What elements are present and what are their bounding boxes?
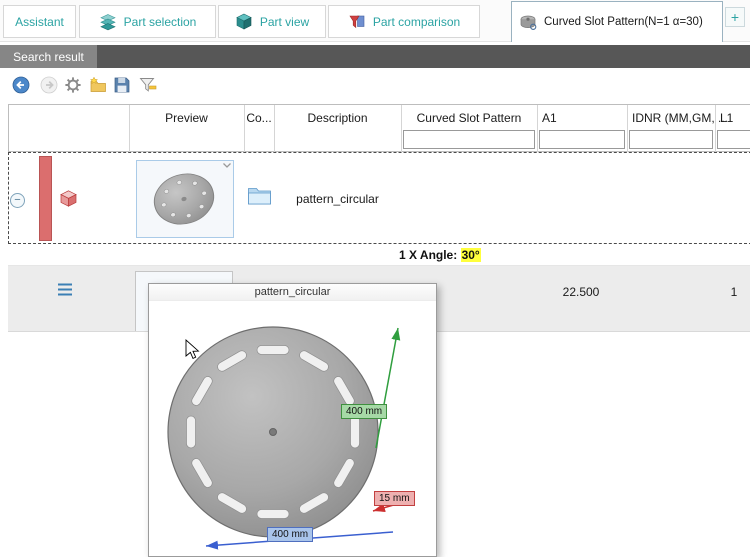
part-preview-thumbnail[interactable] (136, 160, 234, 238)
group-angle-value[interactable]: 30° (461, 248, 481, 262)
column-header-co[interactable]: Co... (242, 111, 276, 125)
popup-3d-view[interactable]: 400 mm 15 mm 400 mm (149, 301, 436, 556)
tab-part-selection[interactable]: Part selection (79, 5, 216, 38)
column-header-description[interactable]: Description (274, 111, 401, 125)
tab-search-result-label: Search result (13, 50, 84, 64)
back-icon[interactable] (12, 76, 30, 94)
folder-icon (247, 185, 272, 206)
main-tab-bar: Assistant Part selection Part view Par (0, 0, 750, 42)
l1-value-cell: 1 (714, 285, 750, 299)
result-toolbar (0, 68, 750, 102)
popup-title: pattern_circular (149, 284, 436, 301)
save-icon[interactable] (113, 76, 131, 94)
tab-part-view-label: Part view (260, 15, 309, 29)
tab-curved-slot-pattern-label: Curved Slot Pattern(N=1 α=30) (544, 16, 703, 28)
column-header-l1[interactable]: L1 (720, 111, 733, 125)
tab-search-result[interactable]: Search result (0, 45, 97, 68)
part-preview-popup: pattern_circular (148, 283, 437, 557)
tab-assistant[interactable]: Assistant (3, 5, 76, 38)
new-tab-button[interactable]: + (725, 7, 745, 27)
tab-part-comparison-label: Part comparison (373, 15, 460, 29)
compare-icon (348, 13, 366, 31)
application-window: Assistant Part selection Part view Par (0, 0, 750, 557)
layers-icon (99, 13, 117, 31)
group-header-text: 1 X Angle: 30° (399, 248, 481, 262)
tab-part-selection-label: Part selection (124, 15, 197, 29)
dimension-label-width: 400 mm (267, 527, 313, 542)
settings-gear-icon[interactable] (64, 76, 82, 94)
part-3d-render (149, 301, 436, 556)
favorites-folder-icon[interactable] (89, 76, 107, 94)
dimension-label-thickness: 15 mm (374, 491, 415, 506)
group-count-label: 1 X Angle: (399, 248, 457, 262)
description-cell: pattern_circular (274, 192, 401, 206)
filter-input-l1[interactable] (717, 130, 750, 149)
filter-input-idnr[interactable] (629, 130, 713, 149)
selection-indicator-bar (39, 156, 52, 241)
part-thumbnail-image (137, 161, 233, 237)
y-axis-arrow (376, 328, 398, 448)
filter-icon[interactable] (139, 76, 157, 94)
chevron-down-icon[interactable] (222, 162, 232, 169)
collapse-row-button[interactable]: − (10, 193, 25, 208)
a1-value-cell: 22.500 (536, 285, 626, 299)
disc-center-point (270, 429, 277, 436)
row-menu-icon[interactable] (57, 283, 73, 296)
tab-part-view[interactable]: Part view (218, 5, 326, 38)
tab-curved-slot-pattern[interactable]: Curved Slot Pattern(N=1 α=30) (511, 1, 723, 42)
mouse-cursor-icon (186, 340, 198, 358)
column-separator (627, 105, 628, 153)
part-icon (519, 13, 537, 31)
forward-icon[interactable] (40, 76, 58, 94)
column-header-curved-slot-pattern[interactable]: Curved Slot Pattern (401, 111, 537, 125)
red-cube-icon (59, 189, 78, 208)
column-header-idnr[interactable]: IDNR (MM,GM, ... (632, 111, 728, 125)
result-tab-bar: Search result (0, 45, 750, 68)
filter-input-curved-slot-pattern[interactable] (403, 130, 535, 149)
results-table-header: Preview Co... Description Curved Slot Pa… (8, 104, 750, 152)
column-header-preview[interactable]: Preview (129, 111, 244, 125)
tab-assistant-label: Assistant (15, 15, 64, 29)
column-separator (537, 105, 538, 153)
table-row-family-selected[interactable]: − (8, 152, 750, 244)
cube-icon (235, 13, 253, 31)
tab-part-comparison[interactable]: Part comparison (328, 5, 480, 38)
pattern-group-header-row: 1 X Angle: 30° (8, 244, 750, 266)
column-header-a1[interactable]: A1 (542, 111, 557, 125)
filter-input-a1[interactable] (539, 130, 625, 149)
dimension-label-height: 400 mm (341, 404, 387, 419)
